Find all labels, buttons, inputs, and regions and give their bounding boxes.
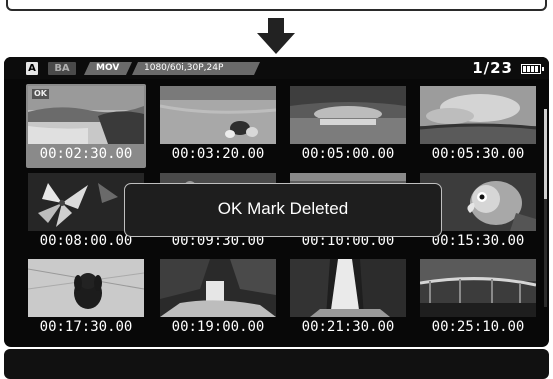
playback-mode-badge: A	[26, 62, 38, 75]
bottom-panel	[4, 349, 549, 379]
clip-timecode: 00:25:10.00	[431, 319, 525, 335]
clip-thumbnail	[420, 259, 536, 317]
battery-icon	[521, 64, 544, 74]
clip-thumbnail	[290, 86, 406, 144]
clip-timecode: 00:05:30.00	[431, 146, 525, 162]
cloud-sky-thumbnail-icon	[420, 86, 536, 144]
clip-tile[interactable]: 00:17:30.00	[26, 257, 146, 341]
down-arrow-icon	[257, 18, 295, 54]
clip-thumbnail	[420, 86, 536, 144]
lcd-screen: A BA MOV 1080/60i,30P,24P 1/23 OK 00:02:…	[4, 57, 549, 347]
clip-timecode: 00:21:30.00	[301, 319, 395, 335]
clip-tile[interactable]: 00:19:00.00	[158, 257, 278, 341]
clip-thumbnail	[28, 259, 144, 317]
clip-thumbnail	[160, 86, 276, 144]
clip-counter: 1/23	[472, 59, 513, 77]
beach-stones-thumbnail-icon	[160, 86, 276, 144]
clip-tile[interactable]: 00:03:20.00	[158, 84, 278, 168]
tall-waterfall-thumbnail-icon	[290, 259, 406, 317]
previous-panel-frame	[6, 0, 547, 11]
ok-mark-badge: OK	[31, 88, 50, 100]
file-format-label: MOV	[84, 62, 132, 75]
dog-grass-thumbnail-icon	[28, 259, 144, 317]
clip-thumbnail: OK	[28, 86, 144, 144]
clip-thumbnail	[290, 259, 406, 317]
bridge-thumbnail-icon	[420, 259, 536, 317]
scrollbar[interactable]	[544, 109, 547, 307]
clip-timecode: 00:17:30.00	[39, 319, 133, 335]
previous-panel-edge	[0, 0, 553, 11]
clip-tile[interactable]: 00:05:30.00	[418, 84, 538, 168]
dialog-message: OK Mark Deleted	[217, 199, 349, 218]
clip-thumbnail	[160, 259, 276, 317]
scrollbar-thumb[interactable]	[544, 109, 547, 199]
status-bar: A BA MOV 1080/60i,30P,24P 1/23	[4, 57, 549, 79]
clip-timecode: 00:03:20.00	[171, 146, 265, 162]
message-dialog: OK Mark Deleted	[124, 183, 442, 237]
clip-tile[interactable]: 00:05:00.00	[288, 84, 408, 168]
clip-timecode: 00:05:00.00	[301, 146, 395, 162]
clip-timecode: 00:02:30.00	[39, 146, 133, 162]
ba-mode-badge: BA	[48, 62, 76, 75]
clip-tile[interactable]: 00:25:10.00	[418, 257, 538, 341]
sunset-sea-thumbnail-icon	[290, 86, 406, 144]
clip-timecode: 00:19:00.00	[171, 319, 265, 335]
small-waterfall-thumbnail-icon	[160, 259, 276, 317]
clip-tile[interactable]: 00:21:30.00	[288, 257, 408, 341]
frame-rate-label: 1080/60i,30P,24P	[132, 62, 260, 75]
clip-tile[interactable]: OK 00:02:30.00	[26, 84, 146, 168]
